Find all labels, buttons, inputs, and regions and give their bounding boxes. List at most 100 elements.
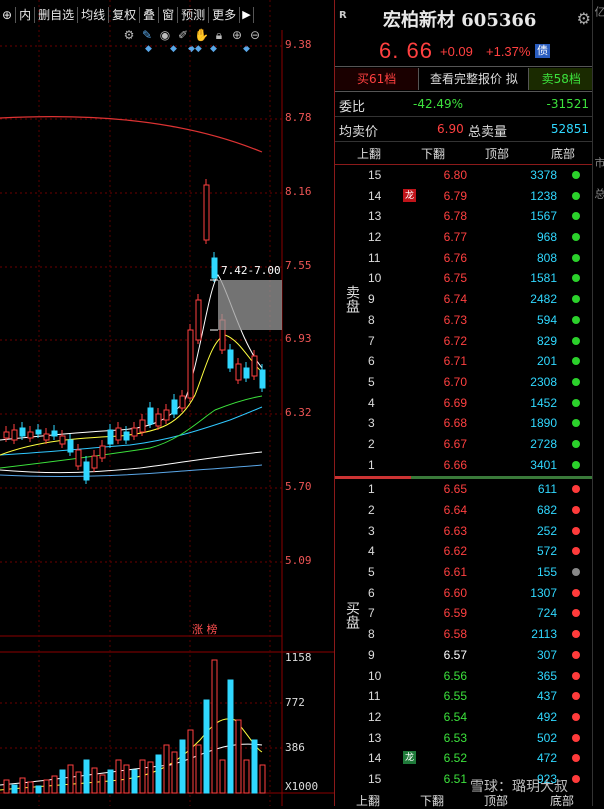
status-dot-icon xyxy=(572,295,580,304)
candle-body xyxy=(11,429,18,441)
nav-bottom[interactable]: 底部 xyxy=(551,145,575,162)
order-level: 8 xyxy=(368,627,375,642)
volume-bar xyxy=(43,779,50,794)
order-volume: 1581 xyxy=(530,271,557,286)
volume-bar xyxy=(51,775,58,794)
sell-order-row[interactable]: 11 6.76 808 xyxy=(335,248,593,269)
volume-bar xyxy=(259,764,266,794)
status-dot-icon xyxy=(572,733,580,742)
nav-page-up[interactable]: 上翻 xyxy=(357,145,381,162)
tab-buy-levels[interactable]: 买61档 xyxy=(335,68,420,90)
sell-order-row[interactable]: 9 6.74 2482 xyxy=(335,289,593,310)
nav-top[interactable]: 顶部 xyxy=(485,145,509,162)
range-annotation: 7.42-7.00 xyxy=(221,264,281,277)
nav-page-down[interactable]: 下翻 xyxy=(421,145,445,162)
status-dot-icon xyxy=(572,485,580,494)
buy-order-row[interactable]: 4 6.62 572 xyxy=(335,541,593,562)
sell-order-row[interactable]: 6 6.71 201 xyxy=(335,351,593,372)
tab-sell-levels[interactable]: 卖58档 xyxy=(528,68,593,90)
sell-order-row[interactable]: 8 6.73 594 xyxy=(335,310,593,331)
order-price: 6.71 xyxy=(443,354,467,369)
order-volume: 1452 xyxy=(530,395,557,410)
buy-order-row[interactable]: 14 龙 6.52 472 xyxy=(335,748,593,769)
status-dot-icon xyxy=(572,398,580,407)
buy-order-row[interactable]: 13 6.53 502 xyxy=(335,728,593,749)
volume-bar xyxy=(3,779,10,794)
candle-body xyxy=(155,413,162,427)
order-volume: 155 xyxy=(536,565,557,580)
order-volume: 307 xyxy=(536,647,557,662)
sell-order-row[interactable]: 3 6.68 1890 xyxy=(335,413,593,434)
order-level: 9 xyxy=(368,292,375,307)
buy-order-row[interactable]: 5 6.61 155 xyxy=(335,562,593,583)
order-level: 5 xyxy=(368,374,375,389)
stock-title[interactable]: 宏柏新材 605366 xyxy=(383,6,536,32)
volume-bar xyxy=(75,771,82,794)
weibi-pct: -42.49% xyxy=(413,97,464,111)
order-level: 3 xyxy=(368,523,375,538)
price-level: 8.78 xyxy=(285,111,312,124)
buy-order-row[interactable]: 12 6.54 492 xyxy=(335,707,593,728)
sell-order-row[interactable]: 5 6.70 2308 xyxy=(335,372,593,393)
buy-order-row[interactable]: 8 6.58 2113 xyxy=(335,624,593,645)
status-dot-icon xyxy=(572,588,580,597)
candle-body xyxy=(91,455,98,469)
kline-chart-panel[interactable]: ⊕ 内 删自选 均线 复权 叠 窗 预测 更多 ▶ ⚙ ✎ ◉ ✐ ✋ 🔒︎ ⊕… xyxy=(0,0,334,806)
sell-order-row[interactable]: 7 6.72 829 xyxy=(335,331,593,352)
volume-level: 386 xyxy=(285,741,305,754)
order-volume: 2482 xyxy=(530,292,557,307)
status-dot-icon xyxy=(572,547,580,556)
price-level: 6.93 xyxy=(285,332,312,345)
market-tag: R xyxy=(339,10,347,21)
side-strip-text: 市 xyxy=(593,157,604,168)
candle-body xyxy=(83,461,90,481)
sell-order-row[interactable]: 12 6.77 968 xyxy=(335,227,593,248)
status-dot-icon xyxy=(572,650,580,659)
buy-order-row[interactable]: 6 6.60 1307 xyxy=(335,583,593,604)
rank-badge[interactable]: 涨 榜 xyxy=(192,621,218,637)
status-dot-icon xyxy=(572,460,580,469)
order-level: 8 xyxy=(368,312,375,327)
bond-badge[interactable]: 债 xyxy=(535,44,550,58)
buy-order-row[interactable]: 9 6.57 307 xyxy=(335,645,593,666)
avg-sell-row: 均卖价 6.90 总卖量 52851 xyxy=(335,117,593,142)
order-price: 6.58 xyxy=(443,627,467,642)
sell-order-row[interactable]: 2 6.67 2728 xyxy=(335,434,593,455)
candle-body xyxy=(251,355,258,377)
sell-order-row[interactable]: 13 6.78 1567 xyxy=(335,206,593,227)
status-dot-icon xyxy=(572,191,580,200)
candle-body xyxy=(19,427,26,437)
avg-sell-price: 6.90 xyxy=(437,122,464,136)
status-dot-icon xyxy=(572,568,580,577)
status-dot-icon xyxy=(572,754,580,763)
quote-panel: R 宏柏新材 605366 ⚙ 6. 66 +0.09 +1.37% 债 买61… xyxy=(334,0,593,806)
buy-order-row[interactable]: 2 6.64 682 xyxy=(335,500,593,521)
volume-bar xyxy=(19,777,26,794)
dragon-tag[interactable]: 龙 xyxy=(403,188,416,202)
order-volume: 1890 xyxy=(530,416,557,431)
price-level: 7.55 xyxy=(285,259,312,272)
dragon-tag[interactable]: 龙 xyxy=(403,751,416,765)
sell-order-row[interactable]: 10 6.75 1581 xyxy=(335,268,593,289)
buy-order-row[interactable]: 7 6.59 724 xyxy=(335,603,593,624)
tab-full-quote[interactable]: 查看完整报价 拟 xyxy=(419,68,528,90)
buy-order-row[interactable]: 10 6.56 365 xyxy=(335,666,593,687)
candle-body xyxy=(259,369,266,389)
sell-orderbook: 卖盘 15 6.80 3378 14 龙 6.79 1238 13 6.78 1567 12 6.77… xyxy=(335,165,593,475)
order-price: 6.74 xyxy=(443,292,467,307)
buy-order-row[interactable]: 11 6.55 437 xyxy=(335,686,593,707)
order-level: 11 xyxy=(368,250,381,265)
sell-order-row[interactable]: 15 6.80 3378 xyxy=(335,165,593,186)
footer-page-down[interactable]: 下翻 xyxy=(420,792,444,809)
footer-page-up[interactable]: 上翻 xyxy=(356,792,380,809)
sell-order-row[interactable]: 4 6.69 1452 xyxy=(335,393,593,414)
volume-bar xyxy=(251,739,258,794)
order-volume: 968 xyxy=(536,230,557,245)
sell-order-row[interactable]: 1 6.66 3401 xyxy=(335,455,593,476)
buy-order-row[interactable]: 3 6.63 252 xyxy=(335,521,593,542)
sell-order-row[interactable]: 14 龙 6.79 1238 xyxy=(335,186,593,207)
buy-order-row[interactable]: 1 6.65 611 xyxy=(335,479,593,500)
gear-icon[interactable]: ⚙ xyxy=(577,9,591,28)
status-dot-icon xyxy=(572,609,580,618)
volume-bar xyxy=(147,761,154,794)
